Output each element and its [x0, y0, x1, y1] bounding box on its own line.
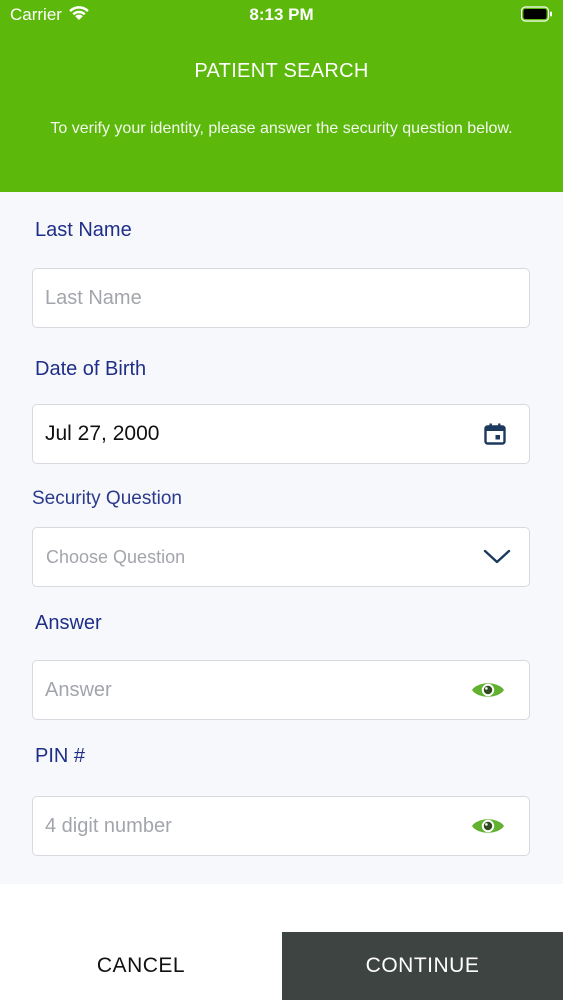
battery-icon [520, 6, 553, 27]
chevron-down-icon[interactable] [483, 528, 511, 586]
eye-icon[interactable] [471, 661, 505, 719]
header: Carrier 8:13 PM PATIENT SEARCH To verify… [0, 0, 563, 192]
date-of-birth-field[interactable]: Jul 27, 2000 [32, 404, 530, 464]
date-of-birth-label: Date of Birth [35, 358, 147, 380]
answer-placeholder: Answer [45, 679, 112, 701]
last-name-label: Last Name [35, 219, 132, 241]
continue-button[interactable]: CONTINUE [282, 932, 563, 1000]
page-subtitle: To verify your identity, please answer t… [50, 120, 513, 137]
calendar-icon[interactable] [483, 405, 507, 463]
footer: CANCEL CONTINUE [0, 884, 563, 1000]
last-name-placeholder: Last Name [45, 287, 142, 309]
pin-label: PIN # [35, 745, 86, 767]
last-name-field[interactable]: Last Name [32, 268, 530, 328]
eye-icon[interactable] [471, 797, 505, 855]
cancel-button[interactable]: CANCEL [0, 932, 282, 1000]
security-question-select[interactable]: Choose Question [32, 527, 530, 587]
status-time: 8:13 PM [249, 5, 314, 24]
security-question-placeholder: Choose Question [46, 547, 186, 567]
date-of-birth-value: Jul 27, 2000 [45, 422, 160, 445]
answer-label: Answer [35, 612, 102, 634]
security-question-label: Security Question [32, 488, 182, 509]
status-bar: Carrier 8:13 PM [0, 0, 563, 30]
pin-field[interactable]: 4 digit number [32, 796, 530, 856]
pin-placeholder: 4 digit number [45, 815, 172, 837]
patient-search-form: Last Name Last Name Date of Birth Jul 27… [0, 192, 563, 884]
page-title: PATIENT SEARCH [194, 60, 369, 82]
answer-field[interactable]: Answer [32, 660, 530, 720]
